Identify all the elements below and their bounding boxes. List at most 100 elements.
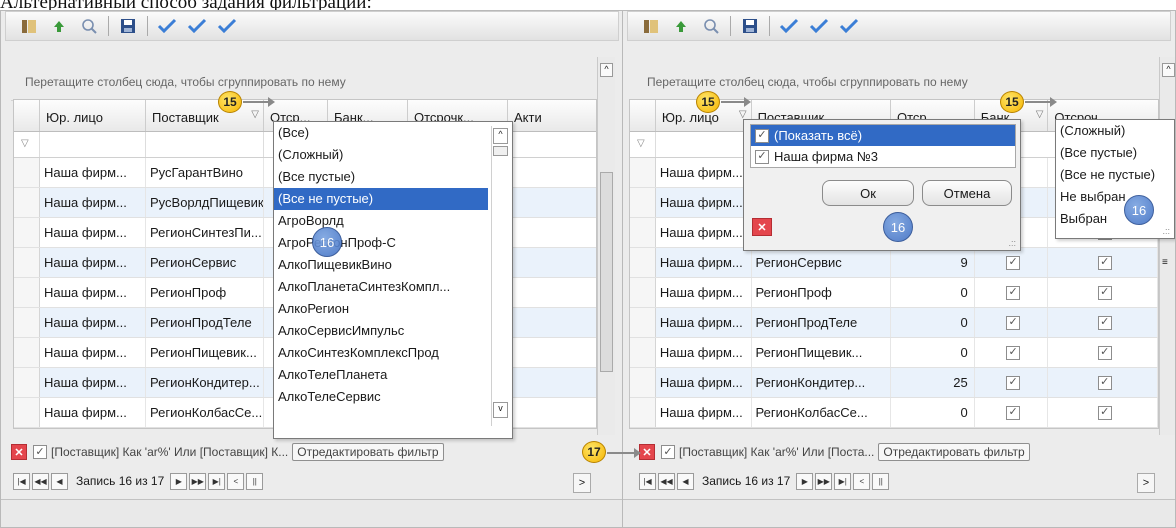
dropdown-item[interactable]: (Все пустые) [1056,142,1174,164]
row-indicator[interactable] [630,188,656,217]
column-header[interactable]: Юр. лицо [40,100,146,131]
first-record-icon[interactable]: |◀ [13,472,30,490]
dropdown-item[interactable]: (Все пустые) [274,166,488,188]
refresh-icon[interactable] [670,15,692,37]
row-indicator[interactable] [630,398,656,427]
clear-filter-icon[interactable]: ✕ [11,444,27,460]
row-indicator[interactable] [630,308,656,337]
table-row[interactable]: Наша фирм... РегионПродТеле 0 ✓ ✓ [630,308,1158,338]
scroll-up-icon[interactable]: ^ [600,63,613,77]
row-indicator[interactable] [630,338,656,367]
row-indicator[interactable] [14,278,40,307]
scroll-left-icon[interactable]: < [227,472,245,490]
table-row[interactable]: Наша фирм... РегионКолбасСе... 0 ✓ ✓ [630,398,1158,428]
row-indicator[interactable] [630,278,656,307]
clear-filter-icon[interactable]: ✕ [752,218,772,236]
scroll-right-icon[interactable]: > [1137,473,1155,493]
save-icon[interactable] [739,15,761,37]
table-row[interactable]: Наша фирм... РегионПищевик... 0 ✓ ✓ [630,338,1158,368]
next-record-icon[interactable]: ▶ [796,472,814,490]
dropdown-item[interactable]: АгроВорлд [274,210,488,232]
scroll-right-icon[interactable]: > [573,473,591,493]
vertical-scrollbar[interactable]: ^ ≡ [1159,57,1175,435]
dropdown-item[interactable]: АлкоТелеСервис [274,386,488,408]
row-indicator[interactable] [14,188,40,217]
edit-filter-button[interactable]: Отредактировать фильтр [878,443,1030,461]
cancel-button[interactable]: Отмена [922,180,1012,206]
edit-filter-button[interactable]: Отредактировать фильтр [292,443,444,461]
first-record-icon[interactable]: |◀ [639,472,656,490]
checklist-checkbox[interactable]: ✓ [755,149,769,164]
dropdown-item[interactable]: Выбран [1056,208,1174,230]
last-record-icon[interactable]: ▶| [834,472,852,490]
row-checkbox[interactable]: ✓ [1097,315,1112,330]
resize-grip-icon[interactable]: .:: [1162,226,1170,236]
filter-enabled-checkbox[interactable]: ✓ [661,445,675,459]
row-checkbox[interactable]: ✓ [1006,285,1021,300]
next-page-icon[interactable]: ▶▶ [815,472,833,490]
row-indicator[interactable] [14,158,40,187]
row-checkbox[interactable]: ✓ [1097,375,1112,390]
checklist-checkbox[interactable]: ✓ [755,128,769,143]
row-indicator[interactable] [630,158,656,187]
row-checkbox[interactable]: ✓ [1097,255,1112,270]
prev-record-icon[interactable]: ◀ [677,472,694,490]
prev-page-icon[interactable]: ◀◀ [32,472,49,490]
check-range-icon[interactable] [808,15,830,37]
dropdown-item[interactable]: (Сложный) [274,144,488,166]
dropdown-item[interactable]: (Все не пустые) [1056,164,1174,186]
row-checkbox[interactable]: ✓ [1006,405,1021,420]
row-checkbox[interactable]: ✓ [1097,405,1112,420]
dropdown-item[interactable]: (Все не пустые) [274,188,488,210]
dropdown-item[interactable]: АгроРегионПроф-С [274,232,488,254]
prev-page-icon[interactable]: ◀◀ [658,472,675,490]
row-checkbox[interactable]: ✓ [1006,375,1021,390]
supplier-filter-dropdown[interactable]: (Все) (Сложный) (Все пустые) (Все не пустые… [273,121,513,439]
columns-icon[interactable] [640,15,662,37]
dropdown-item[interactable]: (Сложный) [1056,120,1174,142]
row-checkbox[interactable]: ✓ [1006,345,1021,360]
dropdown-item[interactable]: АлкоТелеПланета [274,364,488,386]
filter-enabled-checkbox[interactable]: ✓ [33,445,47,459]
next-page-icon[interactable]: ▶▶ [189,472,207,490]
entity-checklist-popup[interactable]: ✓ (Показать всё) ✓ Наша фирма №3 Ок Отмена… [743,119,1021,251]
search-icon[interactable] [700,15,722,37]
dropdown-item[interactable]: АлкоСервисИмпульс [274,320,488,342]
check-selected-icon[interactable] [216,15,238,37]
table-row[interactable]: Наша фирм... РегионКондитер... 25 ✓ ✓ [630,368,1158,398]
check-all-icon[interactable] [778,15,800,37]
scroll-up-icon[interactable]: ^ [1162,63,1175,77]
scroll-thumb[interactable]: || [872,472,890,490]
dropdown-item[interactable]: Не выбран [1056,186,1174,208]
checklist-item[interactable]: ✓ (Показать всё) [751,125,1015,146]
row-indicator[interactable] [14,308,40,337]
columns-icon[interactable] [18,15,40,37]
scroll-thumb[interactable]: || [246,472,264,490]
dropdown-item[interactable]: АлкоПланетаСинтезКомпл... [274,276,488,298]
vertical-scrollbar[interactable]: ^ [597,57,615,435]
row-indicator[interactable] [14,368,40,397]
dropdown-item[interactable]: АлкоСинтезКомплексПрод [274,342,488,364]
row-checkbox[interactable]: ✓ [1097,345,1112,360]
scroll-left-icon[interactable]: < [853,472,871,490]
table-row[interactable]: Наша фирм... РегионПроф 0 ✓ ✓ [630,278,1158,308]
clear-filter-icon[interactable]: ✕ [639,444,655,460]
resize-grip-icon[interactable]: .:: [1008,238,1016,248]
dropdown-item[interactable]: АлкоРегион [274,298,488,320]
scroll-grip-icon[interactable]: ≡ [1162,257,1168,268]
row-checkbox[interactable]: ✓ [1006,255,1021,270]
filter-icon[interactable]: ▽ [251,109,259,120]
check-range-icon[interactable] [186,15,208,37]
row-checkbox[interactable]: ✓ [1097,285,1112,300]
save-icon[interactable] [117,15,139,37]
row-indicator[interactable] [630,248,656,277]
ok-button[interactable]: Ок [822,180,914,206]
row-indicator[interactable] [14,218,40,247]
check-selected-icon[interactable] [838,15,860,37]
filter-icon[interactable]: ▽ [1036,109,1044,120]
group-panel[interactable]: Перетащите столбец сюда, чтобы сгруппиро… [11,57,603,101]
row-indicator[interactable] [630,218,656,247]
refresh-icon[interactable] [48,15,70,37]
search-icon[interactable] [78,15,100,37]
row-indicator[interactable] [14,398,40,427]
